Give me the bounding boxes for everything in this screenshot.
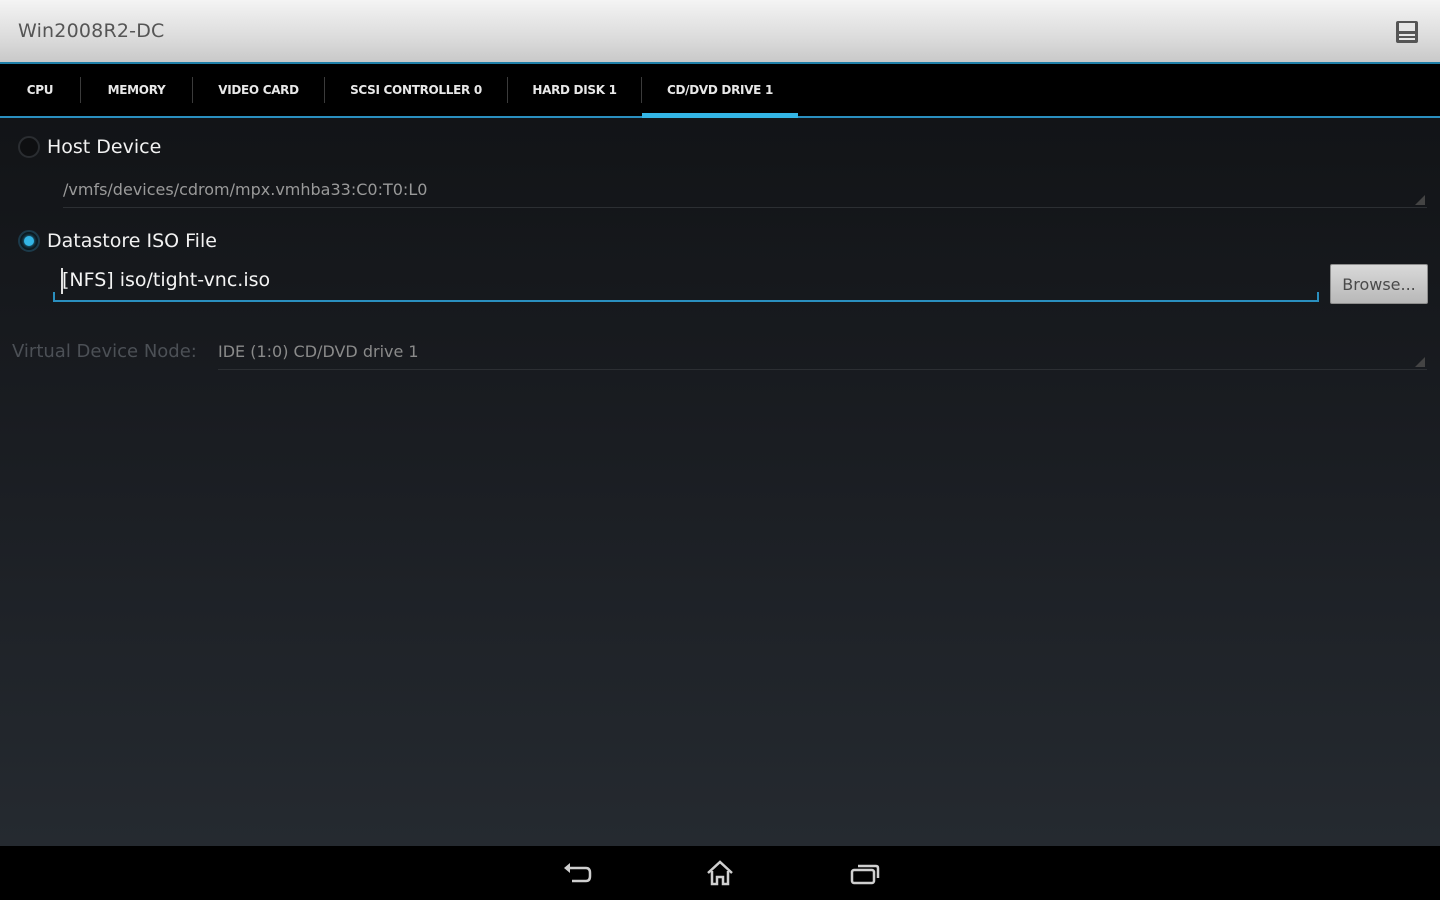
datastore-iso-radio[interactable] — [18, 230, 40, 252]
save-icon[interactable] — [1394, 19, 1420, 45]
browse-button[interactable]: Browse... — [1330, 264, 1428, 304]
datastore-iso-option[interactable]: Datastore ISO File — [18, 230, 217, 252]
dropdown-corner-icon — [1415, 195, 1425, 205]
tab-cd-dvd-drive-1[interactable]: CD/DVD DRIVE 1 — [642, 64, 798, 118]
host-device-option[interactable]: Host Device — [18, 136, 161, 158]
system-nav-bar — [0, 846, 1440, 900]
back-icon[interactable] — [558, 858, 594, 890]
tab-hard-disk-1[interactable]: HARD DISK 1 — [508, 64, 641, 116]
tab-video-card[interactable]: VIDEO CARD — [193, 64, 324, 116]
text-caret — [61, 268, 63, 294]
virtual-device-node-value: IDE (1:0) CD/DVD drive 1 — [218, 342, 419, 361]
home-icon[interactable] — [702, 858, 738, 890]
tab-bar: CPU MEMORY VIDEO CARD SCSI CONTROLLER 0 … — [0, 64, 1440, 118]
dropdown-corner-icon — [1415, 357, 1425, 367]
virtual-device-node-label: Virtual Device Node: — [12, 341, 197, 362]
tab-scsi-controller-0[interactable]: SCSI CONTROLLER 0 — [325, 64, 507, 116]
recent-apps-icon[interactable] — [846, 858, 882, 890]
virtual-device-node-spinner[interactable]: IDE (1:0) CD/DVD drive 1 — [218, 338, 1427, 370]
iso-path-input[interactable]: [NFS] iso/tight-vnc.iso — [53, 262, 1319, 302]
action-bar: Win2008R2-DC — [0, 0, 1440, 64]
host-device-path: /vmfs/devices/cdrom/mpx.vmhba33:C0:T0:L0 — [63, 180, 428, 199]
host-device-label: Host Device — [47, 136, 162, 158]
tab-cpu[interactable]: CPU — [0, 64, 80, 116]
settings-panel — [0, 118, 1440, 846]
tab-memory[interactable]: MEMORY — [81, 64, 192, 116]
host-device-radio[interactable] — [18, 136, 40, 158]
iso-path-value: [NFS] iso/tight-vnc.iso — [62, 269, 271, 291]
vm-title: Win2008R2-DC — [18, 20, 165, 42]
host-device-path-spinner[interactable]: /vmfs/devices/cdrom/mpx.vmhba33:C0:T0:L0 — [63, 176, 1427, 208]
datastore-iso-label: Datastore ISO File — [47, 230, 217, 252]
